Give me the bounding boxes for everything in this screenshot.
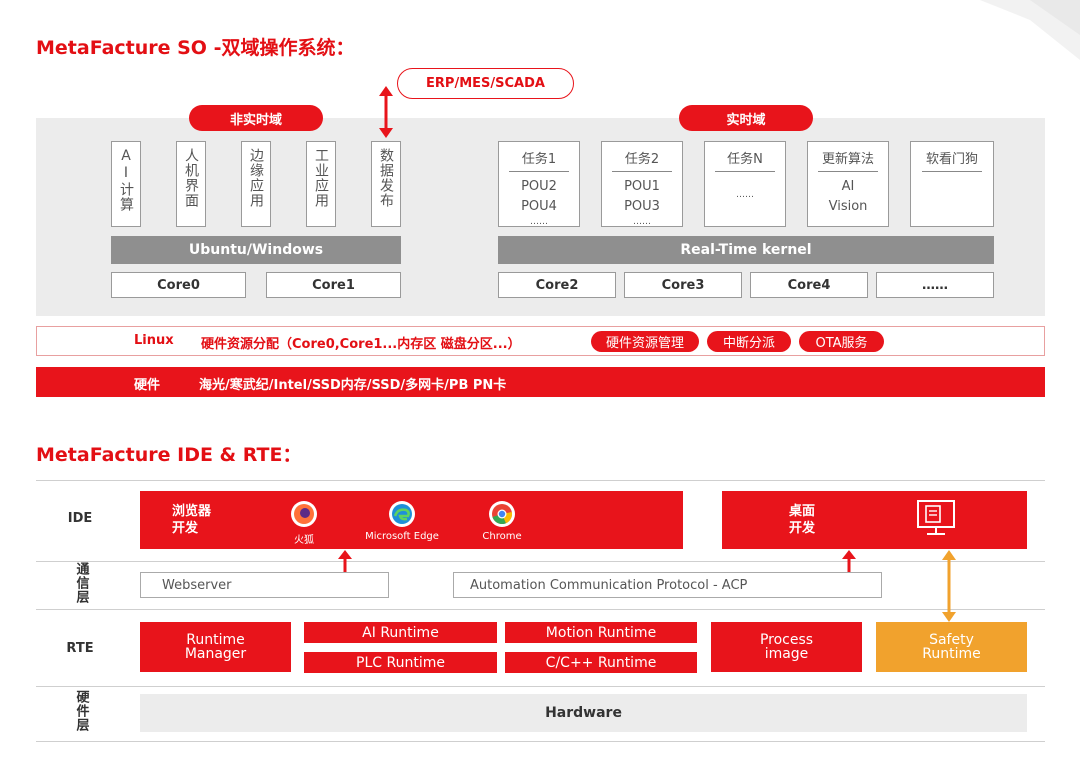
task-line: POU3 <box>624 199 660 214</box>
runtime-manager-box: Runtime Manager <box>140 622 291 672</box>
task-line: …… <box>529 217 548 227</box>
rt-task-box: 更新算法 AI Vision <box>807 141 889 227</box>
desktop-dev-block <box>722 491 1027 549</box>
rt-task-box: 任务N …… <box>704 141 786 227</box>
non-realtime-domain-pill: 非实时域 <box>189 105 323 131</box>
task-line: POU1 <box>624 179 660 194</box>
desktop-dev-label: 桌面开发 <box>789 504 816 536</box>
realtime-domain-pill: 实时域 <box>679 105 813 131</box>
chrome-icon <box>489 501 515 527</box>
edge-icon <box>389 501 415 527</box>
linux-service-pill: 中断分派 <box>707 331 791 352</box>
plc-runtime-box: PLC Runtime <box>304 652 497 673</box>
browser-chrome: Chrome <box>482 500 522 542</box>
task-line: AI <box>841 179 855 194</box>
app-label: 数据发布 <box>378 148 394 208</box>
motion-runtime-box: Motion Runtime <box>505 622 697 643</box>
core-box: Core4 <box>750 272 868 298</box>
row-divider <box>36 561 1045 562</box>
browser-label: Chrome <box>482 531 522 542</box>
task-title: 更新算法 <box>818 148 878 172</box>
row-label-hw-wrap: 硬件层 <box>72 690 90 740</box>
linux-resource-text: 硬件资源分配（Core0,Core1...内存区 磁盘分区...） <box>201 337 521 352</box>
safety-runtime-label: Safety Runtime <box>922 632 981 662</box>
firefox-icon <box>291 501 317 527</box>
acp-box: Automation Communication Protocol - ACP <box>453 572 882 598</box>
browser-firefox: 火狐 <box>284 500 324 546</box>
desktop-safety-arrow <box>942 550 956 622</box>
rt-task-box: 任务2 POU1 POU3 …… <box>601 141 683 227</box>
app-label: 工业应用 <box>313 148 329 208</box>
runtime-manager-label: Runtime Manager <box>184 632 247 662</box>
desktop-monitor-icon <box>917 500 955 535</box>
safety-runtime-box: Safety Runtime <box>876 622 1027 672</box>
erp-double-arrow <box>379 86 393 138</box>
browser-label: Microsoft Edge <box>365 531 439 542</box>
hardware-layer-box: Hardware <box>140 694 1027 732</box>
browser-dev-label: 浏览器开发 <box>172 504 212 536</box>
task-line: POU4 <box>521 199 557 214</box>
rt-task-box: 任务1 POU2 POU4 …… <box>498 141 580 227</box>
row-label-rte: RTE <box>66 640 94 656</box>
row-label-comm-wrap: 通信层 <box>72 562 90 608</box>
task-line: POU2 <box>521 179 557 194</box>
app-box-hmi: 人机界面 <box>176 141 206 227</box>
row-label-comm: 通信层 <box>73 562 89 604</box>
webserver-box: Webserver <box>140 572 389 598</box>
erp-mes-scada-label: ERP/MES/SCADA <box>397 68 574 99</box>
app-label: 人机界面 <box>183 148 199 208</box>
row-divider <box>36 480 1045 481</box>
core-box: Core0 <box>111 272 246 298</box>
task-title: 软看门狗 <box>921 148 983 172</box>
task-title: 任务N <box>715 148 775 172</box>
core-box: Core3 <box>624 272 742 298</box>
hardware-bar <box>36 367 1045 397</box>
ubuntu-windows-bar: Ubuntu/Windows <box>111 236 401 264</box>
row-divider <box>36 686 1045 687</box>
core-box: …… <box>876 272 994 298</box>
cpp-runtime-box: C/C++ Runtime <box>505 652 697 673</box>
task-line: …… <box>632 217 651 227</box>
hardware-text: 海光/寒武纪/Intel/SSD内存/SSD/多网卡/PB PN卡 <box>199 378 507 393</box>
section-title-so: MetaFacture SO -双域操作系统： <box>36 37 355 59</box>
app-box-data-publish: 数据发布 <box>371 141 401 227</box>
app-label: 边缘应用 <box>248 148 264 208</box>
core-box: Core2 <box>498 272 616 298</box>
hardware-label: 硬件 <box>134 378 161 393</box>
row-divider <box>36 741 1045 742</box>
app-box-edge-app: 边缘应用 <box>241 141 271 227</box>
row-divider <box>36 609 1045 610</box>
browser-label: 火狐 <box>294 535 314 546</box>
ai-runtime-box: AI Runtime <box>304 622 497 643</box>
process-image-box: Process image <box>711 622 862 672</box>
linux-service-pill: 硬件资源管理 <box>591 331 699 352</box>
process-image-label: Process image <box>759 632 814 662</box>
task-line: …… <box>736 190 754 200</box>
app-label: AI计算 <box>118 148 134 212</box>
browser-edge: Microsoft Edge <box>362 500 442 542</box>
realtime-kernel-bar: Real-Time kernel <box>498 236 994 264</box>
task-line: Vision <box>828 199 868 214</box>
app-box-ai-compute: AI计算 <box>111 141 141 227</box>
linux-service-pill: OTA服务 <box>799 331 884 352</box>
core-box: Core1 <box>266 272 401 298</box>
rt-task-box: 软看门狗 <box>910 141 994 227</box>
decorative-background-shapes <box>980 0 1080 60</box>
section-title-ide-rte: MetaFacture IDE & RTE： <box>36 444 302 466</box>
task-title: 任务1 <box>509 148 569 172</box>
app-box-industrial-app: 工业应用 <box>306 141 336 227</box>
row-label-hardware: 硬件层 <box>73 690 89 732</box>
row-label-ide: IDE <box>67 510 93 526</box>
linux-label: Linux <box>134 333 174 348</box>
linux-bar <box>36 326 1045 356</box>
task-title: 任务2 <box>612 148 672 172</box>
